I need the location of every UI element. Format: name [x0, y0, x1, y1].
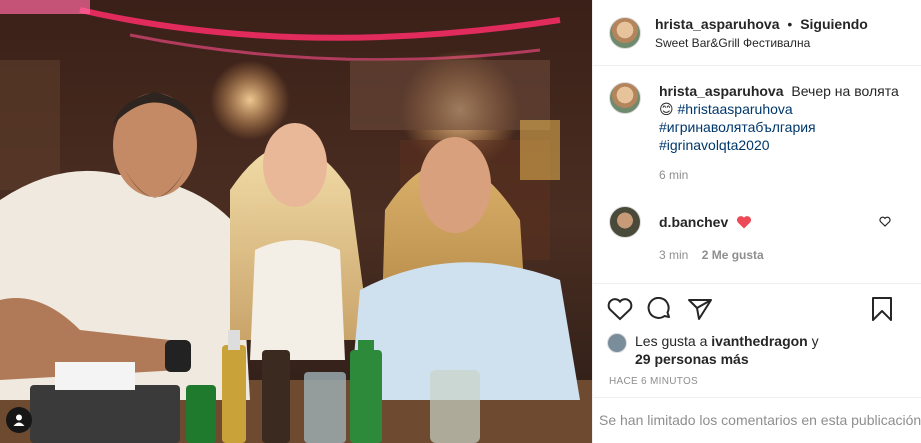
comment-bubble-icon[interactable]: [647, 297, 673, 321]
post-header: hrista_asparuhova • Siguiendo Sweet Bar&…: [593, 0, 921, 66]
likes-summary: Les gusta a ivanthedragon y 29 personas …: [607, 332, 907, 368]
reply-username[interactable]: d.banchev: [659, 214, 728, 230]
reply-comment: d.banchev: [609, 206, 905, 238]
post-image: [0, 0, 592, 443]
caption-time[interactable]: 6 min: [659, 166, 899, 184]
hashtag-link[interactable]: #hristaasparuhova: [678, 101, 793, 117]
author-username[interactable]: hrista_asparuhova: [655, 16, 780, 32]
hashtag-link[interactable]: #игринаволятабългария: [659, 118, 899, 136]
like-comment-heart-icon[interactable]: [879, 216, 891, 227]
reply-avatar[interactable]: [609, 206, 641, 238]
paper-plane-icon[interactable]: [687, 297, 713, 321]
comments-limited-notice: Se han limitado los comentarios en esta …: [593, 397, 921, 443]
reply-meta: 3 min 2 Me gusta: [659, 248, 905, 262]
smile-emoji: 😊: [659, 101, 674, 117]
post-photo[interactable]: [0, 0, 592, 443]
separator-dot: •: [787, 15, 793, 32]
post-side-panel: hrista_asparuhova • Siguiendo Sweet Bar&…: [592, 0, 921, 443]
likes-prefix: Les gusta a: [635, 333, 708, 349]
caption-comment: hrista_asparuhova Вечер на волята 😊 #hri…: [609, 82, 905, 184]
posted-time[interactable]: HACE 6 MINUTOS: [609, 376, 907, 387]
comments-section: hrista_asparuhova Вечер на волята 😊 #hri…: [593, 66, 921, 262]
post-location[interactable]: Sweet Bar&Grill Фестивална: [655, 36, 868, 50]
bookmark-icon[interactable]: [871, 296, 893, 322]
heart-outline-icon[interactable]: [607, 297, 633, 321]
follow-status-button[interactable]: Siguiendo: [800, 16, 868, 32]
user-tag-icon[interactable]: [6, 407, 32, 433]
hashtag-link[interactable]: #igrinavolqta2020: [659, 136, 899, 154]
likes-connector: y: [811, 333, 819, 349]
caption-avatar[interactable]: [609, 82, 641, 114]
liker-username[interactable]: ivanthedragon: [711, 333, 807, 349]
reply-likes[interactable]: 2 Me gusta: [702, 248, 764, 262]
reply-time[interactable]: 3 min: [659, 248, 688, 262]
heart-red-icon: [737, 216, 752, 229]
likes-others[interactable]: 29 personas más: [635, 351, 749, 367]
liker-avatar[interactable]: [607, 333, 627, 353]
caption-text: Вечер на волята: [791, 83, 899, 99]
author-avatar[interactable]: [609, 16, 641, 49]
caption-username[interactable]: hrista_asparuhova: [659, 83, 784, 99]
